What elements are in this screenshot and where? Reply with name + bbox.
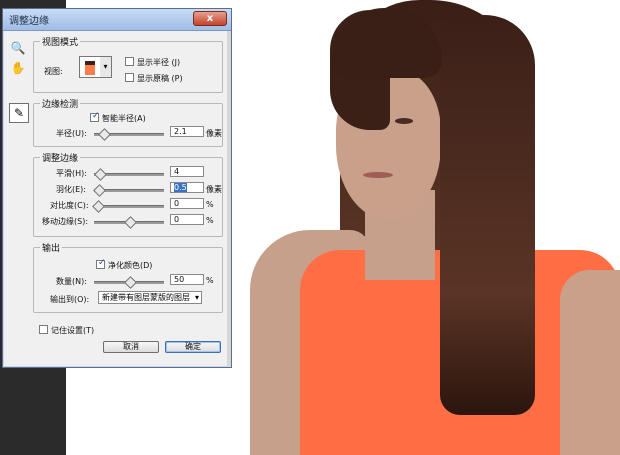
- radius-label: 半径(U):: [56, 129, 87, 138]
- edge-detect-group: 边缘检测 智能半径(A) 半径(U): 2.1 像素: [33, 97, 223, 147]
- output-heading: 输出: [40, 241, 63, 254]
- smart-radius-checkbox[interactable]: [90, 111, 100, 122]
- edge-detect-heading: 边缘检测: [40, 97, 81, 110]
- show-original-checkbox[interactable]: [125, 73, 134, 82]
- amount-slider-thumb[interactable]: [124, 276, 137, 289]
- show-original-label: 显示原稿 (P): [137, 74, 183, 83]
- dialog-titlebar: 调整边缘 x: [3, 9, 231, 31]
- smooth-label: 平滑(H):: [56, 169, 87, 178]
- refine-brush-icon[interactable]: ✎: [9, 103, 29, 123]
- show-radius-label: 显示半径 (J): [137, 58, 181, 67]
- feather-label: 羽化(E):: [56, 185, 86, 194]
- cancel-button[interactable]: 取消: [103, 341, 159, 353]
- output-to-select[interactable]: 新建带有图层蒙版的图层 ▾: [98, 291, 202, 304]
- decontaminate-label: 净化颜色(D): [108, 261, 153, 270]
- feather-input[interactable]: 0.5: [170, 182, 204, 193]
- view-mode-heading: 视图模式: [40, 35, 81, 48]
- smart-radius-label: 智能半径(A): [102, 114, 146, 123]
- tool-column: 🔍 ✋: [9, 39, 29, 79]
- view-label: 视图:: [44, 67, 63, 76]
- feather-slider-thumb[interactable]: [93, 184, 106, 197]
- shift-edge-input[interactable]: 0: [170, 214, 204, 225]
- shift-edge-slider[interactable]: [94, 216, 164, 229]
- shift-edge-slider-thumb[interactable]: [124, 216, 137, 229]
- radius-unit: 像素: [206, 129, 222, 138]
- amount-input[interactable]: 50: [170, 274, 204, 285]
- right-arm: [560, 270, 620, 455]
- decontaminate-checkbox[interactable]: [96, 258, 106, 269]
- ok-button[interactable]: 确定: [165, 341, 221, 353]
- shift-edge-label: 移动边缘(S):: [42, 217, 89, 226]
- show-radius-checkbox[interactable]: [125, 57, 134, 66]
- close-button[interactable]: x: [193, 11, 227, 26]
- output-to-value: 新建带有图层蒙版的图层: [102, 293, 190, 302]
- chevron-down-icon: ▾: [194, 293, 199, 302]
- adjust-edge-heading: 调整边缘: [40, 151, 81, 164]
- amount-slider[interactable]: [94, 276, 164, 289]
- view-thumbnail[interactable]: [79, 56, 102, 78]
- feather-slider[interactable]: [93, 184, 164, 197]
- smooth-slider-thumb[interactable]: [94, 168, 107, 181]
- dialog-scrollbar[interactable]: [227, 31, 231, 367]
- view-dropdown-arrow[interactable]: ▾: [100, 56, 112, 78]
- contrast-slider-thumb[interactable]: [92, 200, 105, 213]
- shift-edge-unit: %: [206, 216, 214, 225]
- radius-slider-thumb[interactable]: [98, 128, 111, 141]
- amount-unit: %: [206, 276, 214, 285]
- radius-slider[interactable]: [94, 128, 164, 141]
- contrast-slider[interactable]: [92, 200, 164, 213]
- contrast-input[interactable]: 0: [170, 198, 204, 209]
- refine-edge-dialog: 调整边缘 x 🔍 ✋ ✎ 视图模式 视图: ▾ 显示半径 (J) 显示原稿 (P…: [2, 8, 232, 368]
- feather-input-value: 0.5: [174, 183, 187, 192]
- radius-input[interactable]: 2.1: [170, 126, 204, 137]
- smooth-input[interactable]: 4: [170, 166, 204, 177]
- hand-icon[interactable]: ✋: [9, 59, 27, 77]
- contrast-unit: %: [206, 200, 214, 209]
- adjust-edge-group: 调整边缘 平滑(H): 4 羽化(E): 0.5 像素 对比度(C): 0 % …: [33, 151, 223, 237]
- zoom-icon[interactable]: 🔍: [9, 39, 27, 57]
- right-eye: [395, 118, 413, 124]
- hair-front-right: [440, 15, 535, 415]
- remember-settings-checkbox[interactable]: [39, 325, 48, 334]
- feather-unit: 像素: [206, 185, 222, 194]
- view-mode-group: 视图模式 视图: ▾ 显示半径 (J) 显示原稿 (P): [33, 35, 223, 93]
- remember-settings-label: 记住设置(T): [51, 326, 95, 335]
- dialog-title: 调整边缘: [9, 16, 49, 27]
- amount-label: 数量(N):: [56, 277, 87, 286]
- mouth: [363, 172, 393, 178]
- output-to-label: 输出到(O):: [50, 295, 90, 304]
- smooth-slider[interactable]: [94, 168, 164, 181]
- thumbnail-preview: [85, 61, 95, 75]
- contrast-label: 对比度(C):: [50, 201, 89, 210]
